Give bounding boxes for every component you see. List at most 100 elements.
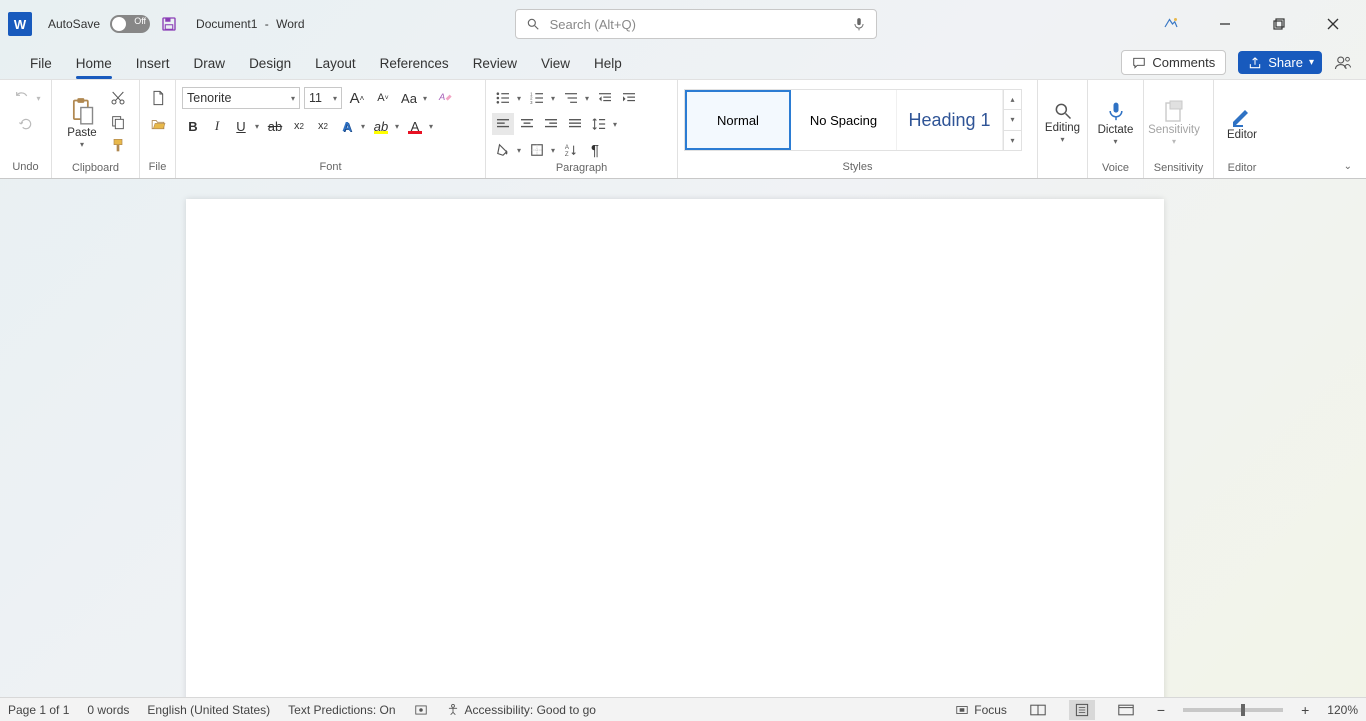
- highlight-button[interactable]: ab ▾: [370, 115, 402, 137]
- tab-file[interactable]: File: [18, 50, 64, 79]
- sort-icon[interactable]: AZ: [560, 139, 582, 161]
- close-icon[interactable]: [1320, 11, 1346, 37]
- search-box[interactable]: Search (Alt+Q): [515, 9, 877, 39]
- shading-icon: [492, 139, 514, 161]
- print-layout-icon[interactable]: [1069, 700, 1095, 720]
- ribbon-display-icon[interactable]: [1158, 11, 1184, 37]
- ribbon-group-editor: Editor Editor: [1214, 80, 1270, 178]
- new-file-icon[interactable]: [146, 87, 170, 109]
- subscript-button[interactable]: x2: [288, 115, 310, 137]
- change-case-button[interactable]: Aa▾: [398, 87, 430, 109]
- minimize-icon[interactable]: [1212, 11, 1238, 37]
- ribbon-group-file: File: [140, 80, 176, 178]
- tab-help[interactable]: Help: [582, 50, 634, 79]
- word-count[interactable]: 0 words: [87, 703, 129, 717]
- zoom-in-icon[interactable]: +: [1301, 702, 1309, 718]
- superscript-button[interactable]: x2: [312, 115, 334, 137]
- styles-down-icon[interactable]: ▾: [1004, 110, 1021, 130]
- titlebar-left: W AutoSave Off Document1 - Word: [8, 12, 305, 36]
- zoom-out-icon[interactable]: −: [1157, 702, 1165, 718]
- underline-button[interactable]: U▾: [230, 115, 262, 137]
- undo-split[interactable]: ▾: [10, 87, 40, 109]
- restore-icon[interactable]: [1266, 11, 1292, 37]
- copy-icon[interactable]: [106, 111, 130, 133]
- zoom-percent[interactable]: 120%: [1327, 703, 1358, 717]
- justify-icon[interactable]: [564, 113, 586, 135]
- title-bar: W AutoSave Off Document1 - Word Search (…: [0, 0, 1366, 48]
- bullets-button[interactable]: ▾: [492, 87, 524, 109]
- autosave-toggle[interactable]: Off: [110, 15, 150, 33]
- italic-button[interactable]: I: [206, 115, 228, 137]
- collapse-ribbon-icon[interactable]: ⌄: [1344, 161, 1352, 172]
- font-color-button[interactable]: A ▾: [404, 115, 436, 137]
- font-name-combobox[interactable]: Tenorite▾: [182, 87, 300, 109]
- multilevel-list-button[interactable]: ▾: [560, 87, 592, 109]
- styles-more-icon[interactable]: ▾: [1004, 131, 1021, 150]
- styles-up-icon[interactable]: ▴: [1004, 90, 1021, 110]
- tab-layout[interactable]: Layout: [303, 50, 368, 79]
- chevron-down-icon: ▾: [610, 120, 620, 129]
- text-predictions[interactable]: Text Predictions: On: [288, 703, 395, 717]
- dictate-button[interactable]: Dictate ▾: [1094, 83, 1137, 161]
- tab-draw[interactable]: Draw: [182, 50, 238, 79]
- grow-font-icon[interactable]: A˄: [346, 87, 368, 109]
- zoom-slider[interactable]: [1183, 708, 1283, 712]
- accessibility-status[interactable]: Accessibility: Good to go: [446, 703, 596, 717]
- show-marks-icon[interactable]: ¶: [584, 139, 606, 161]
- format-painter-icon[interactable]: [106, 135, 130, 157]
- decrease-indent-icon[interactable]: [594, 87, 616, 109]
- align-center-icon[interactable]: [516, 113, 538, 135]
- chevron-down-icon: ▾: [514, 146, 524, 155]
- font-size-combobox[interactable]: 11▾: [304, 87, 342, 109]
- styles-scroll: ▴ ▾ ▾: [1003, 90, 1021, 150]
- chevron-down-icon: ▾: [358, 122, 368, 131]
- save-icon[interactable]: [160, 15, 178, 33]
- focus-mode-button[interactable]: Focus: [955, 703, 1007, 717]
- align-right-icon[interactable]: [540, 113, 562, 135]
- tab-home[interactable]: Home: [64, 50, 124, 79]
- editor-button[interactable]: Editor: [1220, 83, 1264, 161]
- macro-icon[interactable]: [414, 703, 428, 717]
- language-indicator[interactable]: English (United States): [147, 703, 270, 717]
- clear-formatting-icon[interactable]: A: [434, 87, 456, 109]
- line-spacing-button[interactable]: ▾: [588, 113, 620, 135]
- increase-indent-icon[interactable]: [618, 87, 640, 109]
- tab-references[interactable]: References: [368, 50, 461, 79]
- shading-button[interactable]: ▾: [492, 139, 524, 161]
- read-mode-icon[interactable]: [1025, 700, 1051, 720]
- document-page[interactable]: [186, 199, 1164, 697]
- style-no-spacing[interactable]: No Spacing: [791, 90, 897, 150]
- editing-button[interactable]: Editing ▾: [1044, 83, 1081, 161]
- open-file-icon[interactable]: [146, 113, 170, 135]
- tab-insert[interactable]: Insert: [124, 50, 182, 79]
- text-effects-button[interactable]: A ▾: [336, 115, 368, 137]
- page-indicator[interactable]: Page 1 of 1: [8, 703, 69, 717]
- web-layout-icon[interactable]: [1113, 700, 1139, 720]
- shrink-font-icon[interactable]: A˅: [372, 87, 394, 109]
- style-heading-1[interactable]: Heading 1: [897, 90, 1003, 150]
- tab-view[interactable]: View: [529, 50, 582, 79]
- autosave-state: Off: [134, 16, 146, 26]
- align-left-icon[interactable]: [492, 113, 514, 135]
- tab-design[interactable]: Design: [237, 50, 303, 79]
- ribbon-group-voice: Dictate ▾ Voice: [1088, 80, 1144, 178]
- paste-button[interactable]: Paste ▾: [58, 83, 106, 161]
- bold-button[interactable]: B: [182, 115, 204, 137]
- comments-button[interactable]: Comments: [1121, 50, 1226, 75]
- borders-button[interactable]: ▾: [526, 139, 558, 161]
- style-normal[interactable]: Normal: [685, 90, 791, 150]
- cut-icon[interactable]: [106, 87, 130, 109]
- word-app-icon[interactable]: W: [8, 12, 32, 36]
- numbering-button[interactable]: 123▾: [526, 87, 558, 109]
- chevron-down-icon: ▾: [252, 122, 262, 131]
- svg-text:A: A: [565, 144, 570, 151]
- group-label-sensitivity: Sensitivity: [1150, 161, 1207, 176]
- share-button[interactable]: Share ▾: [1238, 51, 1322, 74]
- microphone-icon[interactable]: [852, 16, 866, 32]
- tab-review[interactable]: Review: [461, 50, 529, 79]
- account-icon[interactable]: [1334, 54, 1352, 72]
- styles-gallery: Normal No Spacing Heading 1 ▴ ▾ ▾: [684, 89, 1022, 151]
- document-title[interactable]: Document1 - Word: [196, 17, 305, 31]
- redo-icon[interactable]: [14, 113, 38, 135]
- strikethrough-button[interactable]: ab: [264, 115, 286, 137]
